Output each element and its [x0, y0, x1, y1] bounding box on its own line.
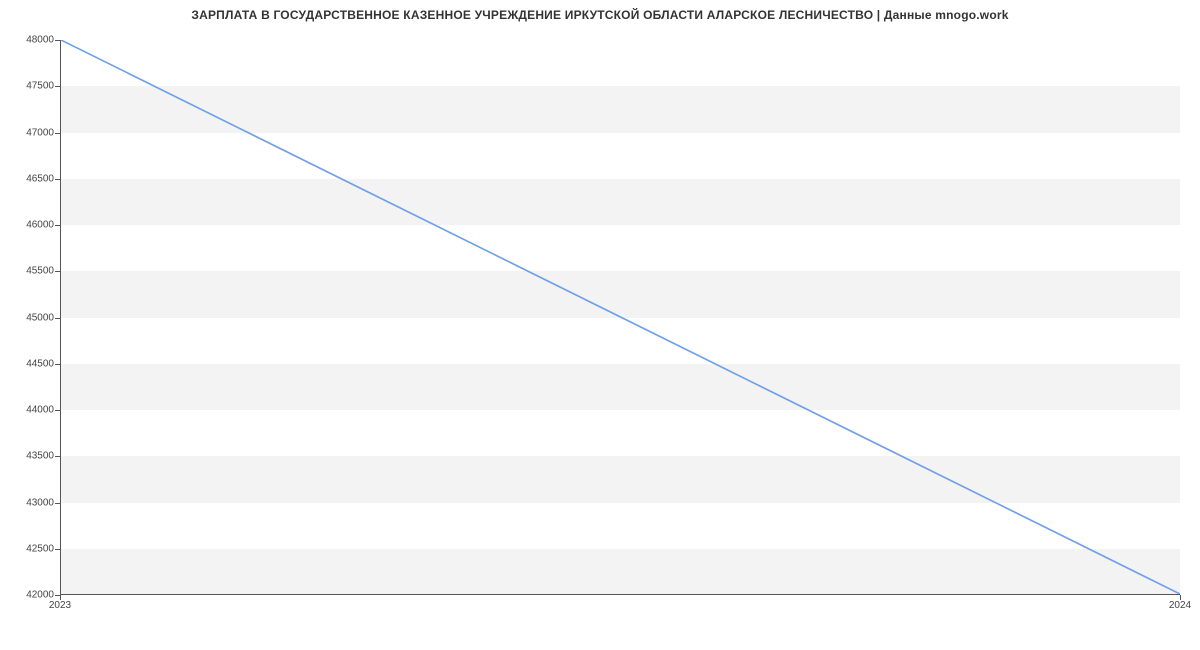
- plot-area: [60, 40, 1180, 595]
- x-tick-mark: [60, 595, 61, 600]
- chart-title: ЗАРПЛАТА В ГОСУДАРСТВЕННОЕ КАЗЕННОЕ УЧРЕ…: [0, 0, 1200, 22]
- y-tick-label: 47000: [4, 127, 54, 138]
- y-tick-mark: [55, 549, 60, 550]
- y-tick-mark: [55, 133, 60, 134]
- x-tick-mark: [1180, 595, 1181, 600]
- line-series: [61, 40, 1180, 594]
- y-tick-label: 43000: [4, 497, 54, 508]
- y-tick-label: 42500: [4, 543, 54, 554]
- x-tick-label: 2024: [1169, 600, 1191, 611]
- y-tick-label: 44000: [4, 405, 54, 416]
- y-tick-mark: [55, 40, 60, 41]
- y-tick-mark: [55, 179, 60, 180]
- y-tick-label: 48000: [4, 35, 54, 46]
- y-tick-label: 45500: [4, 266, 54, 277]
- y-tick-label: 44500: [4, 358, 54, 369]
- y-tick-mark: [55, 225, 60, 226]
- y-tick-label: 45000: [4, 312, 54, 323]
- y-tick-label: 42000: [4, 590, 54, 601]
- chart-container: ЗАРПЛАТА В ГОСУДАРСТВЕННОЕ КАЗЕННОЕ УЧРЕ…: [0, 0, 1200, 650]
- y-tick-label: 43500: [4, 451, 54, 462]
- y-tick-mark: [55, 456, 60, 457]
- series-line: [61, 40, 1180, 594]
- y-tick-label: 47500: [4, 81, 54, 92]
- y-tick-mark: [55, 503, 60, 504]
- y-tick-label: 46000: [4, 220, 54, 231]
- y-tick-mark: [55, 271, 60, 272]
- y-tick-label: 46500: [4, 173, 54, 184]
- y-tick-mark: [55, 410, 60, 411]
- y-tick-mark: [55, 318, 60, 319]
- x-tick-label: 2023: [49, 600, 71, 611]
- y-tick-mark: [55, 86, 60, 87]
- y-tick-mark: [55, 364, 60, 365]
